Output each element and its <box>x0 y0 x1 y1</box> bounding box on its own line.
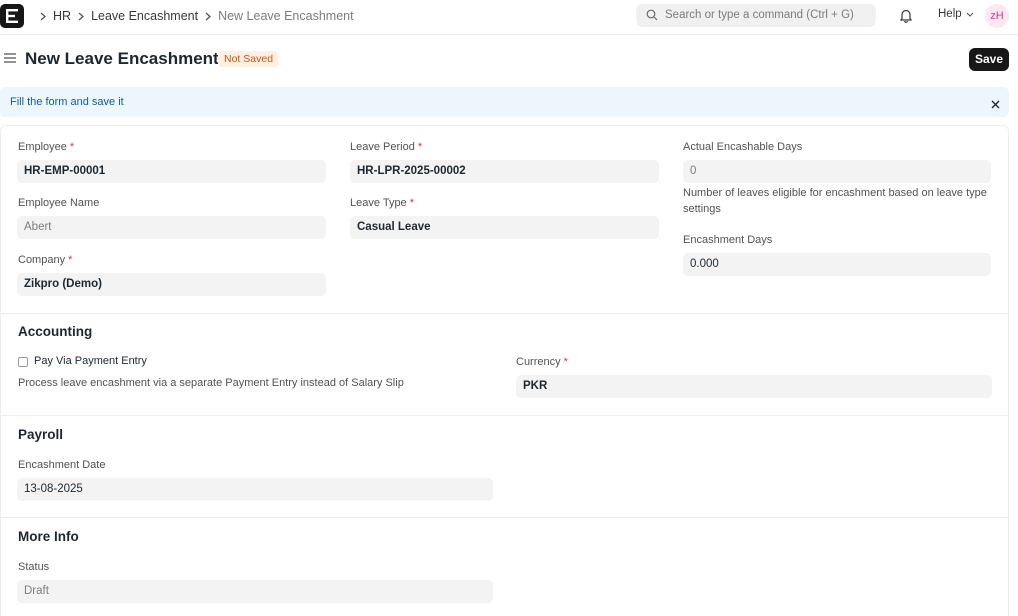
search-icon <box>646 9 658 24</box>
actual-encashable-days-description: Number of leaves eligible for encashment… <box>683 187 987 215</box>
accounting-section-title: Accounting <box>18 324 93 339</box>
breadcrumb: HR Leave Encashment New Leave Encashment <box>33 8 354 24</box>
breadcrumb-chevron-icon <box>40 12 46 21</box>
currency-label: Currency * <box>516 356 568 368</box>
close-icon[interactable] <box>991 97 1000 112</box>
encashment-days-label: Encashment Days <box>683 234 773 246</box>
breadcrumb-chevron-icon <box>205 12 212 21</box>
leave-type-field[interactable]: Casual Leave <box>350 216 659 239</box>
encashment-date-label: Encashment Date <box>18 459 106 471</box>
breadcrumb-current: New Leave Encashment <box>218 9 354 23</box>
employee-label: Employee * <box>18 141 75 153</box>
section-divider <box>0 517 1008 518</box>
breadcrumb-hr[interactable]: HR <box>53 9 71 23</box>
leave-period-field[interactable]: HR-LPR-2025-00002 <box>350 160 659 183</box>
status-field: Draft <box>17 580 493 603</box>
search-bar[interactable]: Search or type a command (Ctrl + G) <box>636 4 876 27</box>
actual-encashable-days-label: Actual Encashable Days <box>683 141 803 153</box>
currency-field[interactable]: PKR <box>516 375 992 398</box>
section-divider <box>0 313 1008 314</box>
actual-encashable-days-field: 0 <box>683 160 991 183</box>
leave-period-label: Leave Period * <box>350 141 423 153</box>
company-field[interactable]: Zikpro (Demo) <box>17 273 326 296</box>
avatar[interactable]: zH <box>985 4 1009 28</box>
encashment-days-field[interactable]: 0.000 <box>683 253 991 276</box>
breadcrumb-leave-encashment[interactable]: Leave Encashment <box>91 9 198 23</box>
page-title: New Leave Encashment <box>25 49 219 68</box>
bell-icon[interactable] <box>899 8 913 26</box>
search-input[interactable]: Search or type a command (Ctrl + G) <box>665 9 854 21</box>
alert-message: Fill the form and save it <box>10 96 124 108</box>
chevron-down-icon <box>966 12 974 17</box>
company-label: Company * <box>18 254 73 266</box>
breadcrumb-chevron-icon <box>78 12 85 21</box>
pay-via-payment-entry-label[interactable]: Pay Via Payment Entry <box>34 355 147 367</box>
pay-via-payment-entry-checkbox[interactable] <box>18 357 28 367</box>
status-badge: Not Saved <box>218 51 280 67</box>
form-alert: Fill the form and save it <box>0 87 1009 117</box>
hamburger-icon[interactable] <box>4 52 16 67</box>
help-menu[interactable]: Help <box>938 8 974 20</box>
employee-name-field: Abert <box>17 216 326 239</box>
more-info-section-title: More Info <box>18 529 79 544</box>
status-label: Status <box>18 561 50 573</box>
payroll-section-title: Payroll <box>18 427 64 442</box>
section-divider <box>0 415 1008 416</box>
leave-type-label: Leave Type * <box>350 197 414 209</box>
employee-field[interactable]: HR-EMP-00001 <box>17 160 326 183</box>
employee-name-label: Employee Name <box>18 197 100 209</box>
app-logo[interactable] <box>0 4 24 28</box>
save-button[interactable]: Save <box>969 48 1009 71</box>
pay-via-payment-entry-description: Process leave encashment via a separate … <box>18 377 404 389</box>
help-label: Help <box>938 8 962 20</box>
navbar: HR Leave Encashment New Leave Encashment… <box>0 0 1018 35</box>
encashment-date-field[interactable]: 13-08-2025 <box>17 478 493 501</box>
avatar-initials: zH <box>990 10 1004 22</box>
